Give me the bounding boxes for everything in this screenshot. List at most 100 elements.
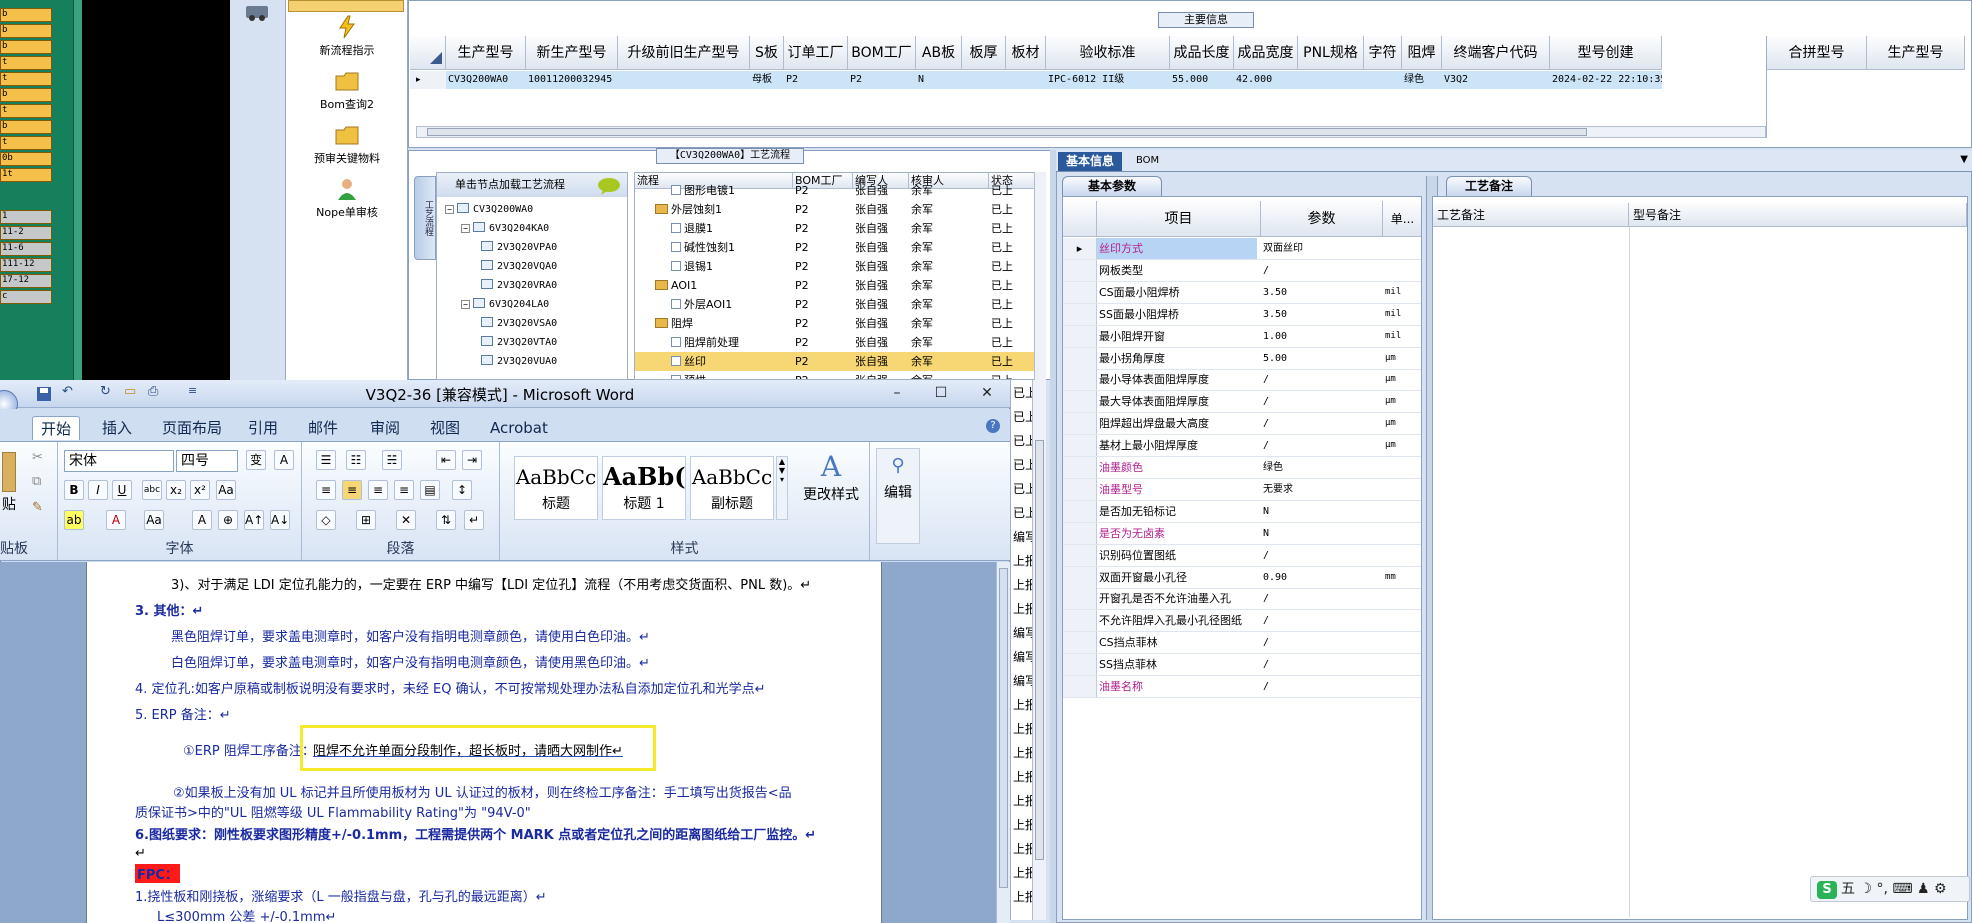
tree-node[interactable]: 2V3Q20VPA0 [481, 241, 557, 253]
param-row[interactable]: 阻焊超出焊盘最大高度 / μm [1063, 413, 1421, 436]
ime-toolbar[interactable]: S五 ☽ °, ⌨ ♟ ⚙ [1810, 876, 1970, 902]
param-value[interactable]: 0.90 [1261, 567, 1381, 588]
col-header[interactable]: 新生产型号 [526, 36, 618, 70]
param-value[interactable]: / [1261, 588, 1381, 609]
font-case-icon[interactable]: Aa [144, 510, 164, 530]
borders-icon[interactable]: ⊞ [356, 510, 376, 530]
help-icon[interactable]: ? [986, 419, 1000, 433]
param-row[interactable]: SS挡点菲林 / [1063, 654, 1421, 677]
print-icon[interactable]: ⎙ [148, 384, 158, 399]
param-value[interactable]: 3.50 [1261, 282, 1381, 303]
font-name-combo[interactable]: 宋体 [64, 450, 174, 472]
col-header[interactable]: 终端客户代码 [1442, 36, 1550, 70]
flow-row[interactable]: 阻焊前处理 P2 张自强 余军 已上 [635, 333, 1045, 352]
param-value[interactable]: / [1261, 435, 1381, 456]
col-header[interactable]: 升级前旧生产型号 [618, 36, 750, 70]
copy-icon[interactable]: ⧉ [32, 474, 41, 489]
param-value[interactable]: / [1261, 413, 1381, 434]
line-spacing-icon[interactable]: ↕ [452, 480, 472, 500]
numbering-icon[interactable]: ☷ [346, 450, 366, 470]
dropdown-icon[interactable]: ▼ [1960, 154, 1968, 165]
expand-icon[interactable]: − [445, 205, 454, 214]
scroll-thumb[interactable] [1035, 440, 1044, 860]
doc-line[interactable]: 4. 定位孔:如客户原稿或制板说明没有要求时，未经 EQ 确认，不可按常规处理办… [135, 678, 766, 697]
col-header-unit[interactable]: 单... [1383, 201, 1421, 237]
close-button[interactable]: ✕ [974, 384, 1000, 402]
param-row[interactable]: CS挡点菲林 / [1063, 632, 1421, 655]
grid-cell[interactable] [1006, 71, 1046, 89]
show-marks-icon[interactable]: ↵ [464, 510, 484, 530]
char-shading-icon[interactable]: A [192, 510, 212, 530]
shrink-font-icon[interactable]: A↓ [270, 510, 290, 530]
col-header[interactable]: 生产型号 [446, 36, 526, 70]
ribbon-tab[interactable]: 审阅 [362, 416, 408, 440]
doc-line[interactable]: L≤300mm 公差 +/-0.1mm↵ [157, 906, 336, 923]
col-header-production-model[interactable]: 生产型号 [1867, 36, 1965, 70]
scroll-thumb[interactable] [427, 128, 1587, 136]
col-header[interactable]: PNL规格 [1298, 36, 1364, 70]
doc-line[interactable]: 质保证书>中的"UL 阻燃等级 UL Flammability Rating"为… [135, 802, 531, 821]
param-row[interactable]: 不允许阻焊入孔最小孔径图纸 / [1063, 610, 1421, 633]
col-header[interactable]: 阻焊 [1402, 36, 1442, 70]
qat-dropdown-icon[interactable]: ≡ [188, 384, 197, 397]
flow-row[interactable]: 阻焊 P2 张自强 余军 已上 [635, 314, 1045, 333]
tree-node[interactable]: 2V3Q20VTA0 [481, 336, 557, 348]
grid-cell[interactable]: 绿色 [1402, 71, 1442, 89]
scroll-thumb[interactable] [999, 568, 1008, 888]
align-center-icon[interactable]: ≡ [342, 480, 362, 500]
grow-font-icon[interactable]: A↑ [244, 510, 264, 530]
col-header-value[interactable]: 参数 [1261, 201, 1383, 237]
grid-cell[interactable] [962, 71, 1006, 89]
col-header[interactable]: BOM工厂 [848, 36, 916, 70]
doc-line[interactable]: 黑色阻焊订单，要求盖电测章时，如客户没有指明电测章颜色，请使用白色印油。↵ [171, 626, 650, 645]
left-strip-item[interactable]: 11-2 [0, 226, 52, 240]
doc-line[interactable]: 5. ERP 备注：↵ [135, 704, 231, 723]
tree-node[interactable]: − CV3Q200WA0 [445, 203, 533, 215]
flow-row[interactable]: 预烘P2张自强余军已上 [635, 371, 1045, 379]
param-value[interactable]: 3.50 [1261, 304, 1381, 325]
ribbon-tab[interactable]: 页面布局 [154, 416, 230, 440]
col-header[interactable]: 成品宽度 [1234, 36, 1298, 70]
open-icon[interactable]: ▭ [124, 384, 136, 399]
left-strip-item[interactable]: b [0, 88, 52, 102]
ribbon-tab[interactable]: 插入 [94, 416, 140, 440]
strikethrough-icon[interactable]: abc [142, 480, 162, 500]
nav-item-new-flow[interactable]: 新流程指示 [286, 14, 408, 58]
styles-scroll[interactable]: ▲ ▼ ▾ [776, 456, 788, 520]
toolbar-icon[interactable] [244, 2, 270, 22]
col-header[interactable]: 订单工厂 [784, 36, 848, 70]
grid-cell[interactable]: P2 [848, 71, 916, 89]
param-row[interactable]: CS面最小阻焊桥 3.50 mil [1063, 281, 1421, 304]
param-value[interactable]: / [1261, 632, 1381, 653]
param-row[interactable]: 双面开窗最小孔径 0.90 mm [1063, 566, 1421, 589]
save-icon[interactable] [36, 386, 52, 402]
multilevel-list-icon[interactable]: ☵ [382, 450, 402, 470]
main-grid-hscrollbar[interactable] [416, 126, 1766, 138]
left-strip-scrollbar[interactable] [73, 0, 82, 380]
doc-line[interactable]: 6.图纸要求：刚性板要求图形精度+/-0.1mm，工程需提供两个 MARK 点或… [135, 824, 816, 843]
param-row[interactable]: ▸ 丝印方式 双面丝印 [1063, 238, 1421, 260]
process-vertical-tab[interactable]: 工艺流程 [414, 176, 436, 260]
subscript-icon[interactable]: x₂ [166, 480, 186, 500]
ribbon-tab[interactable]: 开始 [32, 416, 81, 440]
nav-item-pre-review[interactable]: 预审关键物料 [286, 122, 408, 166]
tab-bom[interactable]: BOM [1128, 152, 1167, 171]
param-value[interactable]: / [1261, 610, 1381, 631]
left-strip-item[interactable]: t [0, 56, 52, 70]
clear-format-icon[interactable]: 变 [246, 450, 266, 470]
param-value[interactable]: N [1261, 523, 1381, 544]
param-row[interactable]: 开窗孔是否不允许油墨入孔 / [1063, 588, 1421, 611]
grid-cell[interactable]: 2024-02-22 22:10:35 [1550, 71, 1662, 89]
tab-process-notes[interactable]: 工艺备注 [1446, 176, 1532, 196]
tab-basic-params[interactable]: 基本参数 [1062, 176, 1162, 196]
param-value[interactable]: / [1261, 260, 1381, 281]
param-row[interactable]: 是否加无铅标记 N [1063, 500, 1421, 523]
left-strip-item[interactable]: b [0, 40, 52, 54]
param-row[interactable]: 最小拐角厚度 5.00 μm [1063, 347, 1421, 370]
grid-cell[interactable] [1298, 71, 1364, 89]
left-strip-item[interactable]: 11-6 [0, 242, 52, 256]
grid-cell[interactable]: V3Q2 [1442, 71, 1550, 89]
param-row[interactable]: 是否为无卤素 N [1063, 522, 1421, 545]
flow-row[interactable]: 图形电镀1 P2 张自强 余军 已上 [635, 181, 1045, 200]
col-header-process-notes[interactable]: 工艺备注 [1433, 203, 1629, 227]
